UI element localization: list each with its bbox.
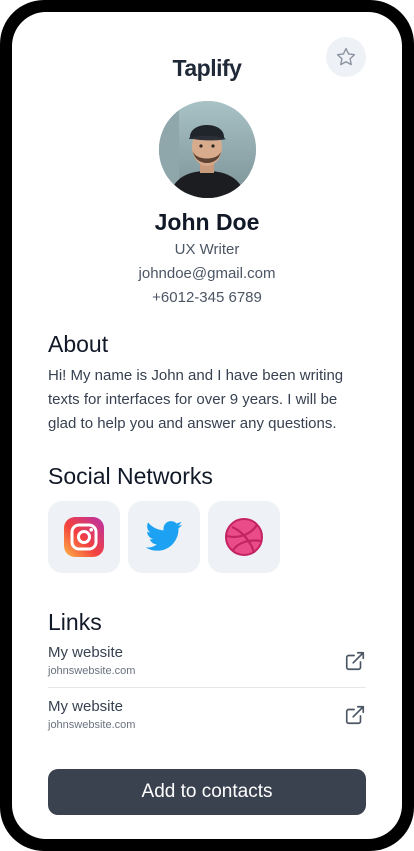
add-to-contacts-button[interactable]: Add to contacts [48, 769, 366, 815]
link-label: My website [48, 698, 124, 715]
profile-screen: Taplify John Doe UX Writer johndoe@gmail… [12, 12, 402, 839]
divider [48, 687, 366, 688]
twitter-icon [145, 521, 183, 551]
link-url: johnswebsite.com [48, 719, 136, 731]
favorite-button[interactable] [326, 37, 366, 77]
link-item[interactable]: My website johnswebsite.com [48, 698, 366, 742]
social-networks-title: Social Networks [48, 463, 213, 489]
star-icon [336, 47, 356, 66]
external-link-icon[interactable] [344, 704, 366, 726]
link-label: My website [48, 644, 124, 661]
instagram-button[interactable] [48, 501, 120, 573]
phone-frame: Taplify John Doe UX Writer johndoe@gmail… [0, 0, 414, 851]
link-item[interactable]: My website johnswebsite.com [48, 644, 366, 688]
profile-role: UX Writer [174, 241, 240, 258]
avatar [159, 101, 256, 198]
profile-phone[interactable]: +6012-345 6789 [12, 289, 402, 306]
about-text: Hi! My name is John and I have been writ… [48, 367, 344, 432]
dribbble-button[interactable] [208, 501, 280, 573]
dribbble-icon [225, 518, 263, 556]
link-url: johnswebsite.com [48, 665, 136, 677]
external-link-icon[interactable] [344, 650, 366, 672]
profile-name: John Doe [154, 209, 260, 235]
about-title: About [48, 331, 109, 357]
instagram-icon [64, 517, 104, 557]
links-title: Links [48, 609, 102, 635]
twitter-button[interactable] [128, 501, 200, 573]
profile-email[interactable]: johndoe@gmail.com [12, 265, 402, 282]
